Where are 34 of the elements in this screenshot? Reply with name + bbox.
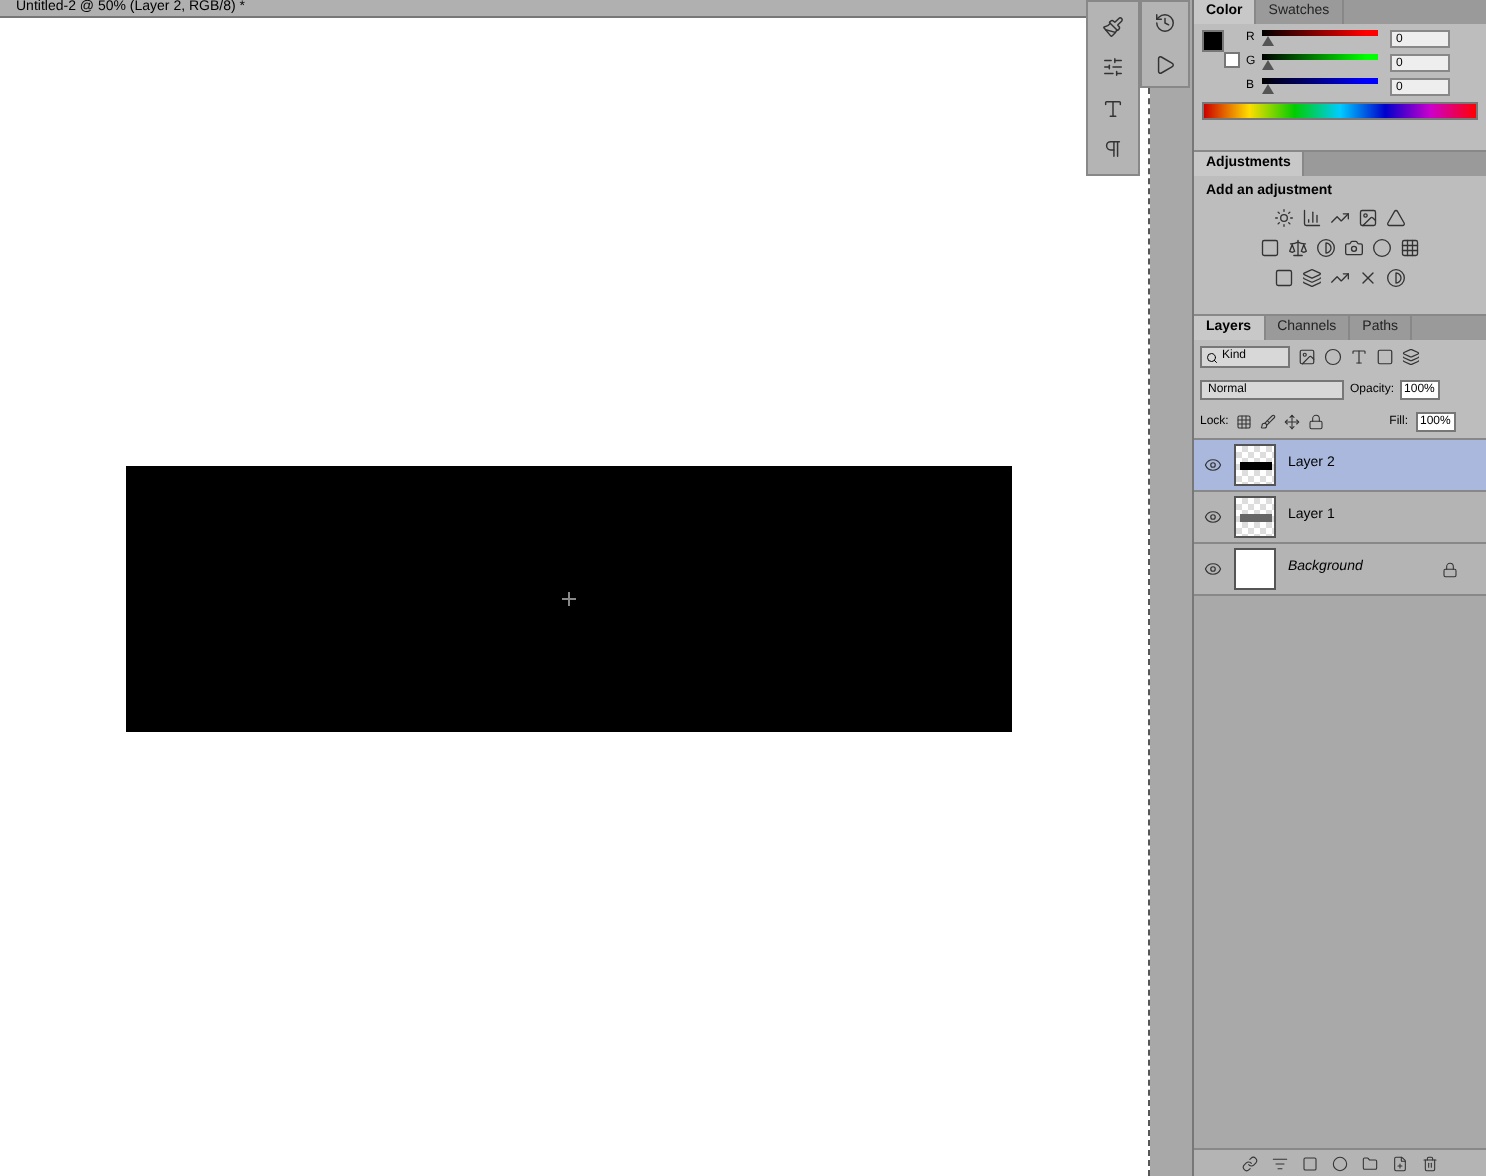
balance-icon[interactable] [1288,237,1308,257]
lock-icon[interactable] [1442,561,1458,577]
lock-pixels-icon[interactable] [1236,414,1253,430]
lock-position-icon[interactable] [1284,414,1301,430]
lock-paint-icon[interactable] [1260,414,1277,430]
spectrum-bar[interactable] [1202,102,1478,120]
pixel-filter-icon[interactable] [1298,348,1316,366]
history-icon[interactable] [1154,12,1176,34]
levels-icon[interactable] [1302,207,1322,227]
half-circle-icon[interactable] [1316,237,1336,257]
foreground-swatch[interactable] [1202,30,1224,52]
sliders-icon[interactable] [1102,56,1124,79]
play-icon[interactable] [1154,54,1176,76]
photo-filter-icon[interactable] [1344,237,1364,257]
shape-filter-icon[interactable] [1376,348,1394,366]
eye-icon[interactable] [1203,456,1221,474]
folder-icon[interactable] [1362,1155,1378,1171]
link-icon[interactable] [1242,1155,1258,1171]
layer-thumbnail [1234,444,1276,486]
eye-icon[interactable] [1203,508,1221,526]
trash-icon[interactable] [1422,1155,1438,1171]
brush-icon[interactable] [1102,15,1124,38]
paragraph-icon[interactable] [1102,138,1124,161]
lock-all-icon[interactable] [1308,414,1325,430]
type-filter-icon[interactable] [1350,348,1368,366]
vibrance-icon[interactable] [1386,207,1406,227]
search-icon [1206,351,1218,363]
character-icon[interactable] [1102,97,1124,120]
layer-thumbnail [1234,548,1276,590]
new-layer-icon[interactable] [1392,1155,1408,1171]
layer-thumbnail [1234,496,1276,538]
crosshair-icon [562,592,576,606]
background-swatch[interactable] [1224,52,1240,68]
eye-icon[interactable] [1203,560,1221,578]
